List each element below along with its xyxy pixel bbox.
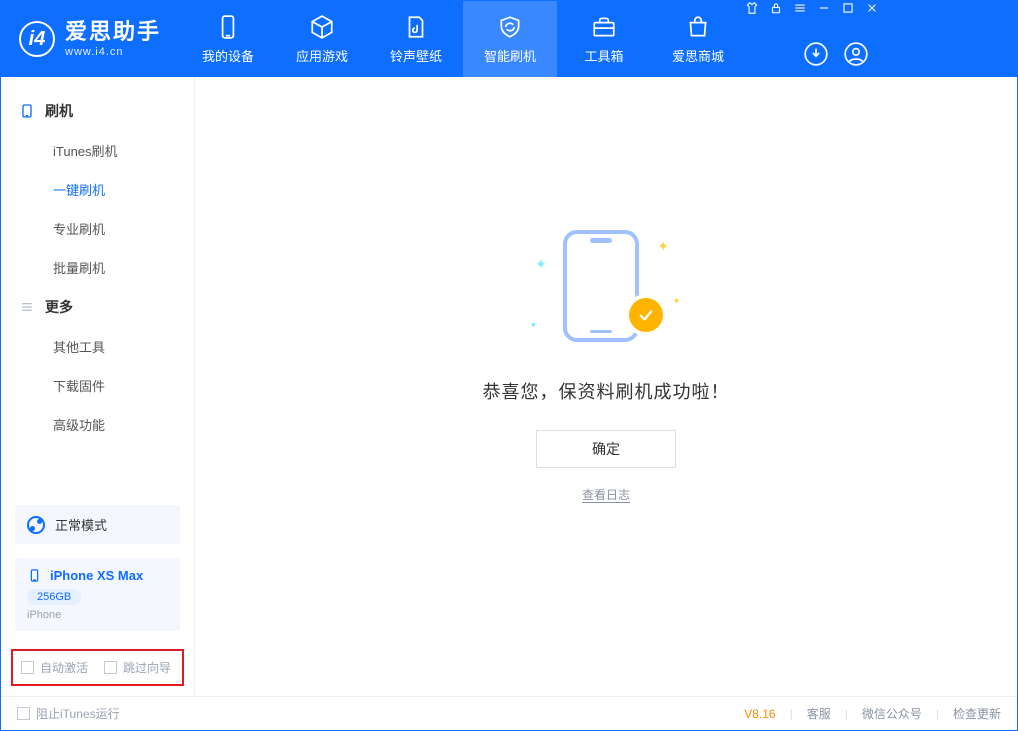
tab-apps-label: 应用游戏 [296, 46, 348, 65]
sidebar-item-onekey[interactable]: 一键刷机 [1, 170, 194, 209]
options-highlight-box: 自动激活 跳过向导 [11, 649, 184, 686]
checkbox-skip-guide[interactable]: 跳过向导 [104, 659, 171, 676]
menu-icon[interactable] [793, 1, 807, 15]
device-capacity: 256GB [27, 589, 81, 605]
sidebar-item-pro[interactable]: 专业刷机 [1, 209, 194, 248]
app-site: www.i4.cn [65, 47, 161, 58]
toolbox-icon [591, 14, 617, 40]
sparkle-icon: ✦ [657, 238, 669, 255]
sparkle-icon: ✦ [535, 256, 547, 273]
lock-icon[interactable] [769, 1, 783, 15]
tab-flash-label: 智能刷机 [484, 46, 536, 65]
minimize-icon[interactable] [817, 1, 831, 15]
statusbar: 阻止iTunes运行 V8.16 | 客服 | 微信公众号 | 检查更新 [1, 696, 1017, 730]
wechat-link[interactable]: 微信公众号 [862, 705, 922, 722]
sidebar-section-more-label: 更多 [45, 297, 73, 317]
device-name: iPhone XS Max [50, 568, 143, 583]
phone-icon [215, 14, 241, 40]
checkbox-auto-activate-label: 自动激活 [40, 659, 88, 676]
tab-store-label: 爱思商城 [672, 46, 724, 65]
device-type: iPhone [27, 609, 168, 621]
window-controls [745, 1, 879, 15]
version-label: V8.16 [744, 707, 775, 721]
checkbox-skip-guide-label: 跳过向导 [123, 659, 171, 676]
sidebar-section-flash-label: 刷机 [45, 101, 73, 121]
logo-icon: i4 [19, 21, 55, 57]
main-tabs: 我的设备 应用游戏 铃声壁纸 智能刷机 工具箱 爱思商城 [181, 1, 745, 77]
logo: i4 爱思助手 www.i4.cn [1, 1, 181, 77]
tab-device[interactable]: 我的设备 [181, 1, 275, 77]
refresh-shield-icon [497, 14, 523, 40]
tab-apps[interactable]: 应用游戏 [275, 1, 369, 77]
app-name: 爱思助手 [65, 21, 161, 43]
tab-tools-label: 工具箱 [585, 46, 624, 65]
tab-store[interactable]: 爱思商城 [651, 1, 745, 77]
shirt-icon[interactable] [745, 1, 759, 15]
tablet-icon [19, 103, 35, 119]
sparkle-icon: • [531, 316, 536, 332]
success-illustration: ✦ ✦ • • [531, 230, 681, 350]
maximize-icon[interactable] [841, 1, 855, 15]
view-log-link[interactable]: 查看日志 [582, 486, 630, 503]
sidebar-item-batch[interactable]: 批量刷机 [1, 248, 194, 287]
ok-button[interactable]: 确定 [536, 430, 676, 468]
tab-device-label: 我的设备 [202, 46, 254, 65]
main-content: ✦ ✦ • • 恭喜您，保资料刷机成功啦！ 确定 查看日志 [195, 77, 1017, 696]
sidebar-item-adv[interactable]: 高级功能 [1, 405, 194, 444]
tab-ring-label: 铃声壁纸 [390, 46, 442, 65]
check-badge-icon [629, 298, 663, 332]
device-card[interactable]: iPhone XS Max 256GB iPhone [15, 558, 180, 631]
cube-icon [309, 14, 335, 40]
tab-ring[interactable]: 铃声壁纸 [369, 1, 463, 77]
download-circle-icon[interactable] [803, 41, 829, 67]
mode-label: 正常模式 [55, 515, 107, 534]
customer-service-link[interactable]: 客服 [807, 705, 831, 722]
sidebar-item-itunes[interactable]: iTunes刷机 [1, 131, 194, 170]
tab-flash[interactable]: 智能刷机 [463, 1, 557, 77]
music-file-icon [403, 14, 429, 40]
bag-icon [685, 14, 711, 40]
sidebar-section-flash: 刷机 [1, 91, 194, 131]
mode-icon [27, 516, 45, 534]
checkbox-auto-activate[interactable]: 自动激活 [21, 659, 88, 676]
sidebar: 刷机 iTunes刷机 一键刷机 专业刷机 批量刷机 更多 其他工具 下载固件 … [1, 77, 195, 696]
sidebar-section-more: 更多 [1, 287, 194, 327]
checkbox-block-itunes-label: 阻止iTunes运行 [36, 705, 120, 722]
check-update-link[interactable]: 检查更新 [953, 705, 1001, 722]
phone-illustration-icon [563, 230, 639, 342]
sparkle-icon: • [674, 292, 679, 308]
app-window: i4 爱思助手 www.i4.cn 我的设备 应用游戏 铃声壁纸 智能刷机 [0, 0, 1018, 731]
titlebar: i4 爱思助手 www.i4.cn 我的设备 应用游戏 铃声壁纸 智能刷机 [1, 1, 1017, 77]
list-icon [19, 299, 35, 315]
close-icon[interactable] [865, 1, 879, 15]
sidebar-item-other[interactable]: 其他工具 [1, 327, 194, 366]
sidebar-item-fw[interactable]: 下载固件 [1, 366, 194, 405]
success-message: 恭喜您，保资料刷机成功啦！ [483, 378, 730, 404]
mode-card[interactable]: 正常模式 [15, 505, 180, 544]
device-phone-icon [27, 568, 42, 583]
tab-tools[interactable]: 工具箱 [557, 1, 651, 77]
user-circle-icon[interactable] [843, 41, 869, 67]
checkbox-block-itunes[interactable]: 阻止iTunes运行 [17, 705, 120, 722]
